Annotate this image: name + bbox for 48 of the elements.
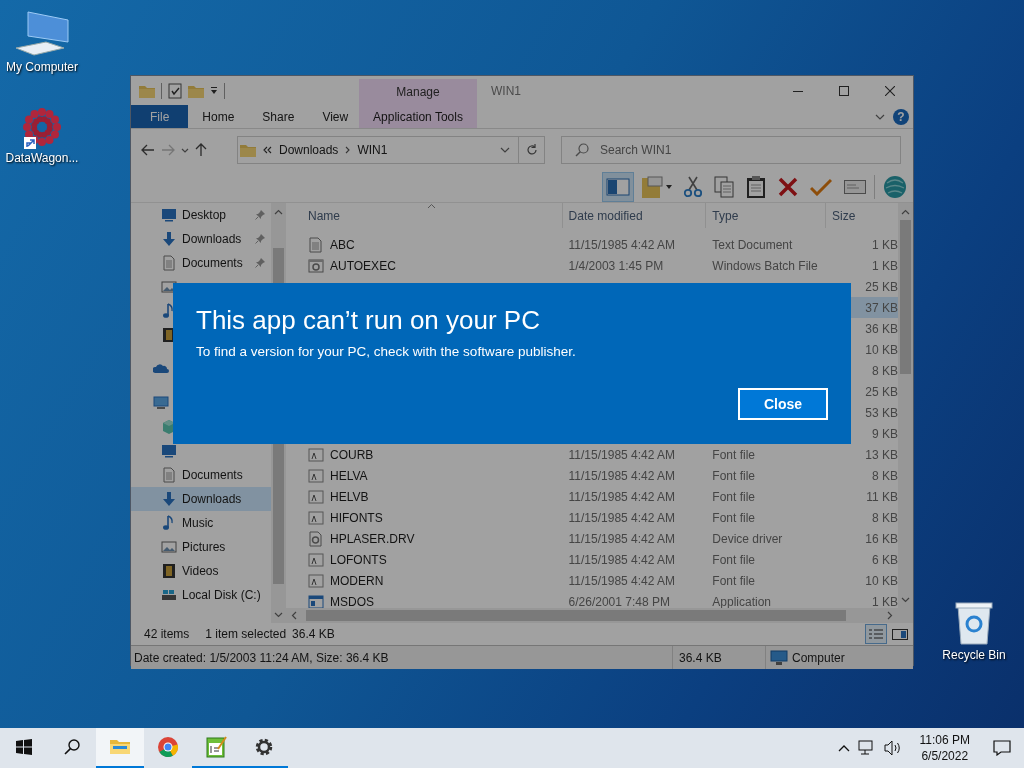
contextual-group-label: Manage [359,79,477,105]
date-cell: 11/15/1985 4:42 AM [568,510,676,525]
size-cell: 1 KB [872,237,898,252]
size-cell: 8 KB [872,363,898,378]
date-cell: 11/15/1985 4:42 AM [568,552,676,567]
size-cell: 11 KB [866,489,898,504]
type-cell: Font file [712,510,755,525]
date-cell: 11/15/1985 4:42 AM [568,447,676,462]
type-cell: Font file [712,447,755,462]
type-cell: Font file [712,552,755,567]
type-cell: Font file [712,489,755,504]
selection-info: 1 item selected [205,627,287,641]
type-cell: Text Document [712,237,793,252]
type-cell: Windows Batch File [712,258,818,273]
type-cell: Font file [712,573,755,588]
dialog-message: To find a version for your PC, check with the software publisher. [196,344,577,359]
size-cell: 10 KB [865,573,898,588]
date-cell: 6/26/2001 7:48 PM [568,594,670,608]
date-cell: 1/4/2003 1:45 PM [568,258,664,273]
zone-label: Computer [792,650,845,665]
type-cell: Font file [712,468,755,483]
selection-size: 36.4 KB [292,627,335,641]
size-cell: 16 KB [865,531,898,546]
date-cell: 11/15/1985 4:42 AM [568,531,676,546]
type-cell: Device driver [712,531,783,546]
dialog-title: This app can’t run on your PC [196,304,541,337]
file-details: Date created: 1/5/2003 11:24 AM, Size: 36.4 KB [131,646,673,669]
size-cell: 8 KB [872,468,898,483]
item-count: 42 items [144,627,190,641]
window-title: WIN1 [490,82,522,100]
type-cell: Application [712,594,772,608]
date-cell: 11/15/1985 4:42 AM [568,237,676,252]
size-cell: 6 KB [872,552,898,567]
size-cell: 8 KB [872,510,898,525]
size-cell: 25 KB [865,384,898,399]
size-cell: 13 KB [865,447,898,462]
size-cell: 37 KB [865,300,898,315]
size-cell: 53 KB [865,405,898,420]
size-cell: 25 KB [865,279,898,294]
size-cell: 1 KB [872,258,898,273]
size-cell: 36 KB [865,321,898,336]
date-cell: 11/15/1985 4:42 AM [568,573,676,588]
size-cell: 10 KB [865,342,898,357]
file-size: 36.4 KB [673,646,766,669]
size-cell: 1 KB [872,594,898,608]
date-cell: 11/15/1985 4:42 AM [568,489,676,504]
size-cell: 9 KB [872,426,898,441]
date-cell: 11/15/1985 4:42 AM [568,468,676,483]
